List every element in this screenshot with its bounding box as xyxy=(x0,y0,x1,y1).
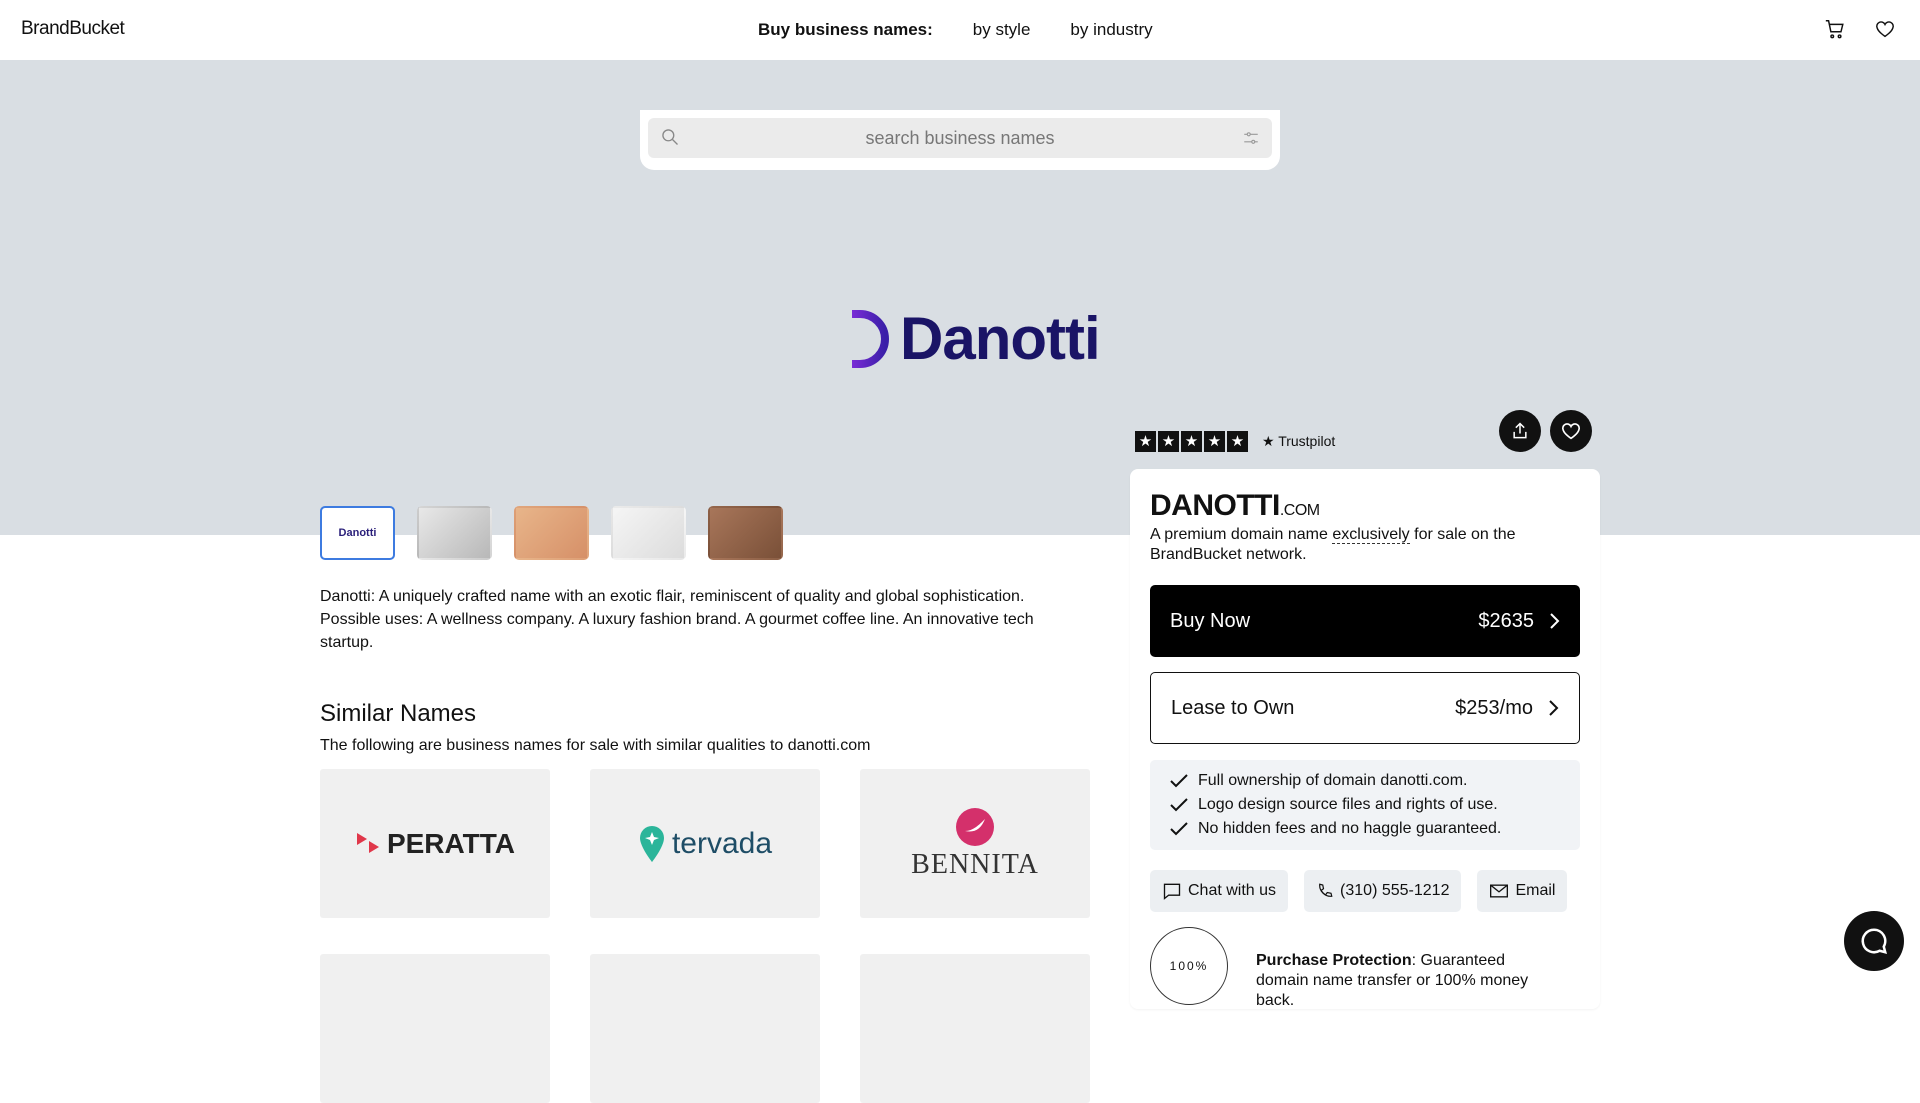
thumbnail-mockup-2[interactable] xyxy=(417,506,492,560)
search-container: search business names xyxy=(640,110,1280,170)
envelope-icon xyxy=(1490,884,1509,898)
lease-label: Lease to Own xyxy=(1171,696,1295,719)
thumbnail-logo[interactable]: Danotti xyxy=(320,506,395,560)
chat-button[interactable]: Chat with us xyxy=(1150,870,1289,912)
chevron-right-icon xyxy=(1550,613,1560,629)
logo-mark-icon xyxy=(812,309,889,368)
share-button[interactable] xyxy=(1499,410,1541,452)
star-icon: ★ xyxy=(1158,431,1179,452)
chat-bubble-icon xyxy=(1861,928,1888,955)
similar-name-card[interactable]: PERATTA xyxy=(320,769,550,918)
similar-name-label: BENNITA xyxy=(911,848,1039,880)
live-chat-button[interactable] xyxy=(1844,911,1904,971)
nav-buy-business-names[interactable]: Buy business names: xyxy=(758,20,933,40)
star-icon: ★ xyxy=(1135,431,1156,452)
hero-banner: search business names Danotti Danotti xyxy=(0,60,1920,560)
thumbnail-mockup-3[interactable] xyxy=(514,506,589,560)
purchase-card: DANOTTI.COM A premium domain name exclus… xyxy=(1130,469,1600,1009)
heart-icon xyxy=(1561,423,1581,440)
domain-subtitle: A premium domain name exclusively for sa… xyxy=(1150,525,1540,565)
feature-text: No hidden fees and no haggle guaranteed. xyxy=(1198,820,1502,837)
similar-name-card[interactable] xyxy=(590,954,820,1103)
similar-names-subheading: The following are business names for sal… xyxy=(320,737,871,754)
bennita-logo-icon xyxy=(956,807,994,846)
rating-stars: ★ ★ ★ ★ ★ xyxy=(1135,431,1248,452)
cart-icon[interactable] xyxy=(1824,18,1846,40)
feature-text: Logo design source files and rights of u… xyxy=(1198,796,1498,813)
similar-name-label: tervada xyxy=(671,826,773,860)
similar-name-card[interactable] xyxy=(320,954,550,1103)
domain-logo: Danotti xyxy=(812,304,1101,373)
features-list: Full ownership of domain danotti.com. Lo… xyxy=(1150,760,1580,850)
image-thumbnails: Danotti xyxy=(320,506,783,560)
nav-by-industry[interactable]: by industry xyxy=(1070,20,1152,40)
contact-options: Chat with us (310) 555-1212 Email xyxy=(1150,870,1580,912)
star-icon: ★ xyxy=(1204,431,1225,452)
tervada-logo-icon xyxy=(639,825,664,862)
star-icon: ★ xyxy=(1227,431,1248,452)
email-label: Email xyxy=(1515,882,1556,899)
header-actions xyxy=(1824,18,1896,40)
thumbnail-logo-label: Danotti xyxy=(338,527,377,539)
buy-now-button[interactable]: Buy Now $2635 xyxy=(1150,585,1580,657)
search-placeholder: search business names xyxy=(865,128,1055,148)
similar-name-card[interactable]: BENNITA xyxy=(860,769,1090,918)
protection-text: Purchase Protection: Guaranteed domain n… xyxy=(1256,951,1556,1011)
phone-button[interactable]: (310) 555-1212 xyxy=(1304,870,1462,912)
thumbnail-mockup-5[interactable] xyxy=(708,506,783,560)
domain-name: DANOTTI xyxy=(1150,489,1280,522)
buy-price: $2635 xyxy=(1478,609,1534,632)
feature-item: Full ownership of domain danotti.com. xyxy=(1170,769,1560,793)
filter-icon[interactable] xyxy=(1242,129,1260,147)
buy-now-label: Buy Now xyxy=(1170,609,1251,632)
check-icon xyxy=(1170,822,1188,836)
thumbnail-mockup-4[interactable] xyxy=(611,506,686,560)
exclusively-tooltip[interactable]: exclusively xyxy=(1332,526,1410,544)
check-icon xyxy=(1170,774,1188,788)
phone-icon xyxy=(1319,883,1333,897)
main-nav: Buy business names: by style by industry xyxy=(758,20,1153,40)
trustpilot-rating[interactable]: ★ ★ ★ ★ ★ ★ Trustpilot xyxy=(1135,431,1335,452)
trustpilot-label: ★ Trustpilot xyxy=(1262,433,1336,449)
purchase-protection: 100% Purchase Protection: Guaranteed dom… xyxy=(1150,927,1556,1011)
domain-tld: .COM xyxy=(1279,502,1320,519)
star-icon: ★ xyxy=(1181,431,1202,452)
feature-item: No hidden fees and no haggle guaranteed. xyxy=(1170,817,1560,841)
similar-name-label: PERATTA xyxy=(386,827,516,859)
similar-names-heading: Similar Names xyxy=(320,700,477,727)
chat-bubble-icon xyxy=(1163,883,1181,900)
heart-icon[interactable] xyxy=(1874,18,1896,40)
search-input[interactable]: search business names xyxy=(648,118,1272,158)
protection-title: Purchase Protection xyxy=(1256,952,1412,969)
similar-name-card[interactable] xyxy=(860,954,1090,1103)
share-icon xyxy=(1513,422,1527,439)
logo-wordmark: Danotti xyxy=(900,305,1101,372)
favorite-button[interactable] xyxy=(1550,410,1592,452)
similar-names-grid: PERATTA tervada BENNITA xyxy=(320,769,1090,1103)
domain-title: DANOTTI.COM xyxy=(1150,489,1580,523)
chevron-right-icon xyxy=(1549,700,1559,716)
trustpilot-text: Trustpilot xyxy=(1278,433,1336,449)
peratta-logo-icon xyxy=(356,832,379,853)
feature-text: Full ownership of domain danotti.com. xyxy=(1198,772,1468,789)
guarantee-seal-icon: 100% xyxy=(1150,927,1228,1005)
email-button[interactable]: Email xyxy=(1477,870,1568,912)
nav-by-style[interactable]: by style xyxy=(973,20,1031,40)
chat-label: Chat with us xyxy=(1188,882,1277,899)
subtitle-part: A premium domain name xyxy=(1150,526,1333,543)
feature-item: Logo design source files and rights of u… xyxy=(1170,793,1560,817)
lease-to-own-button[interactable]: Lease to Own $253/mo xyxy=(1150,672,1580,744)
name-description: Danotti: A uniquely crafted name with an… xyxy=(320,588,1034,651)
similar-name-card[interactable]: tervada xyxy=(590,769,820,918)
lease-price: $253/mo xyxy=(1455,696,1533,719)
phone-label: (310) 555-1212 xyxy=(1340,882,1450,899)
check-icon xyxy=(1170,798,1188,812)
brand-logo[interactable]: BrandBucket xyxy=(21,18,125,40)
top-navigation: BrandBucket Buy business names: by style… xyxy=(0,0,1920,60)
seal-text: 100% xyxy=(1169,959,1209,973)
